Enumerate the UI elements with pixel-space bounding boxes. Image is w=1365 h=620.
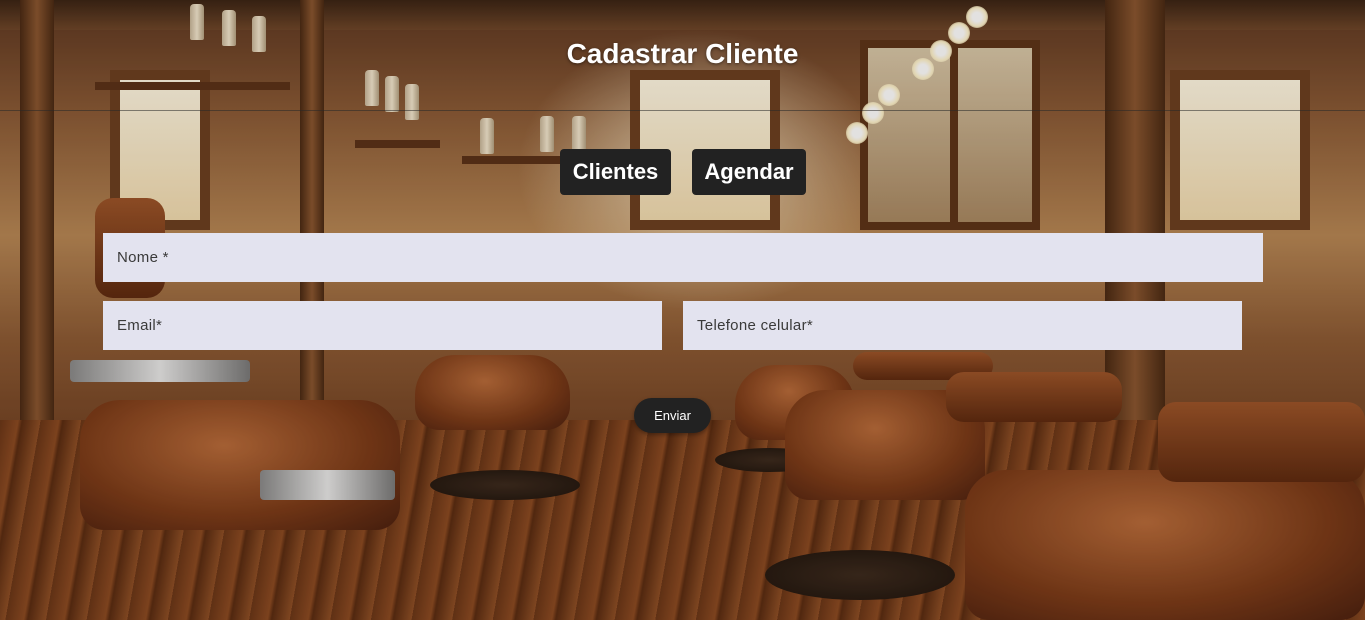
email-field	[103, 301, 662, 350]
page: Cadastrar Cliente Clientes Agendar Envia…	[0, 0, 1365, 620]
nome-field	[103, 233, 1263, 282]
agendar-button[interactable]: Agendar	[692, 149, 806, 195]
header: Cadastrar Cliente	[0, 0, 1365, 111]
email-input[interactable]	[103, 301, 662, 350]
clientes-button[interactable]: Clientes	[560, 149, 671, 195]
page-title: Cadastrar Cliente	[566, 38, 799, 69]
telefone-input[interactable]	[683, 301, 1242, 350]
telefone-field	[683, 301, 1242, 350]
nome-input[interactable]	[103, 233, 1263, 282]
enviar-button[interactable]: Enviar	[634, 398, 711, 433]
